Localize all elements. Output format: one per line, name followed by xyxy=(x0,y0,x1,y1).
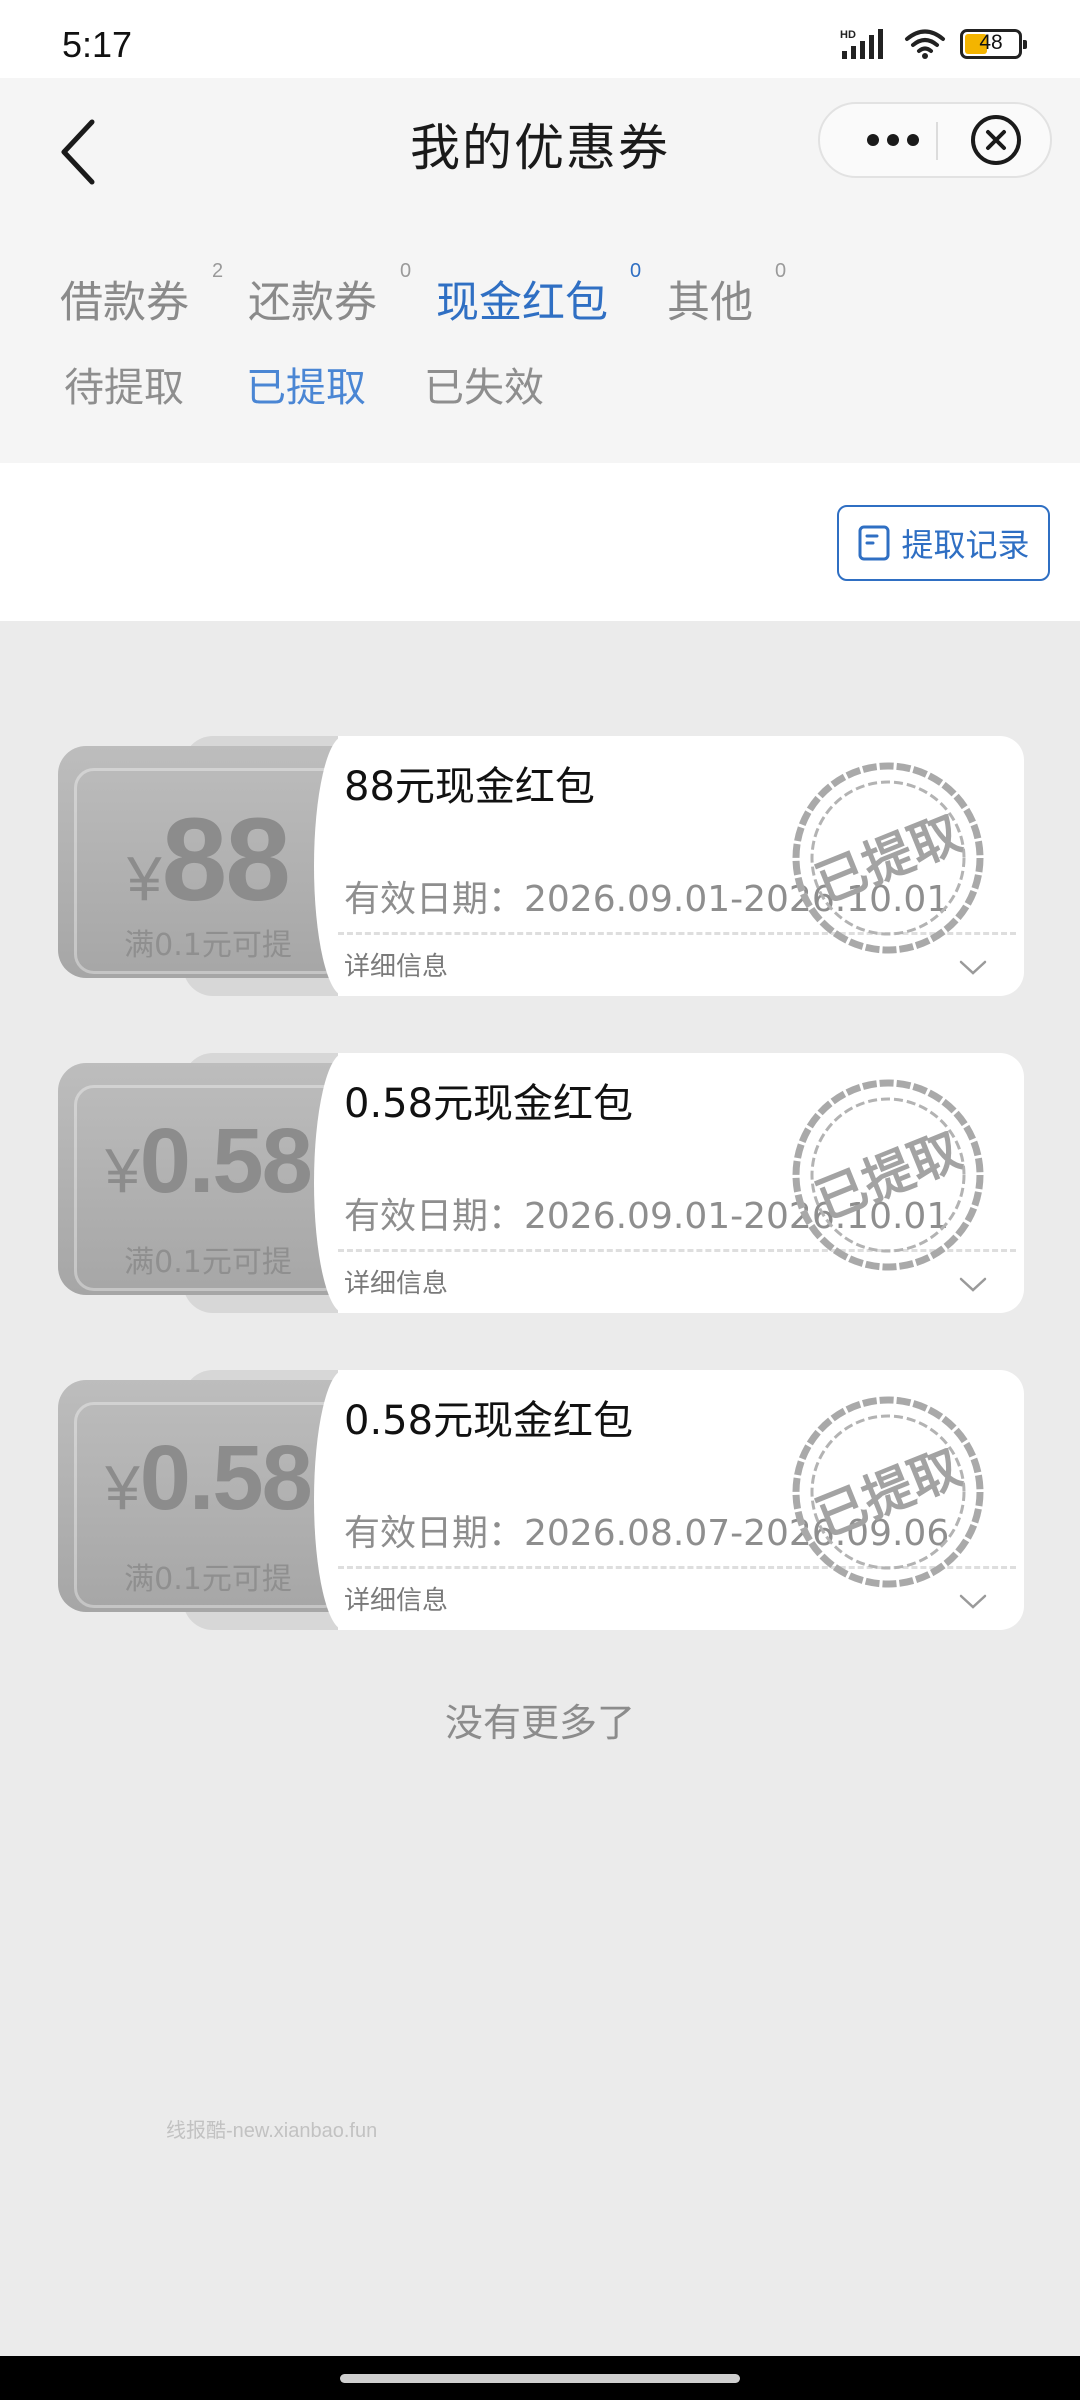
tab-loan-coupon[interactable]: 借款券 2 xyxy=(60,260,223,330)
tab-label: 还款券 xyxy=(248,278,377,328)
coupon-card[interactable]: ¥0.58 满0.1元可提 0.58元现金红包 有效日期：2026.09.01-… xyxy=(58,1053,1024,1313)
tab-count: 2 xyxy=(212,260,224,282)
coupon-detail-toggle[interactable]: 详细信息 xyxy=(344,1263,448,1300)
signal-icon: HD xyxy=(840,29,883,59)
battery-cap xyxy=(1023,40,1027,49)
document-icon xyxy=(858,525,890,561)
amount-value: 0.58 xyxy=(139,1110,313,1212)
home-indicator[interactable] xyxy=(340,2374,740,2383)
currency-symbol: ¥ xyxy=(105,1454,140,1523)
mini-program-capsule xyxy=(818,102,1052,178)
watermark: 线报酷-new.xianbao.fun xyxy=(166,2120,378,2142)
wifi-icon xyxy=(905,29,945,59)
amount-value: 0.58 xyxy=(139,1427,313,1529)
tab-count: 0 xyxy=(775,260,787,282)
tab-label: 其他 xyxy=(667,278,753,328)
coupon-condition: 满0.1元可提 xyxy=(124,928,292,963)
chevron-down-icon[interactable] xyxy=(958,1586,988,1616)
stamp-text: 已提取 xyxy=(808,1121,969,1231)
system-nav-bar xyxy=(0,2356,1080,2400)
status-bar: 5:17 HD 48 xyxy=(0,0,1080,78)
no-more-text: 没有更多了 xyxy=(444,1701,635,1745)
more-button[interactable] xyxy=(850,104,936,176)
stamp-text: 已提取 xyxy=(808,804,969,914)
withdrawn-stamp: 已提取 xyxy=(792,762,984,954)
stamp-text: 已提取 xyxy=(808,1438,969,1548)
sub-tab-withdrawn[interactable]: 已提取 xyxy=(246,355,366,413)
close-circle-icon xyxy=(971,115,1021,165)
withdrawn-stamp: 已提取 xyxy=(792,1396,984,1588)
tab-label: 借款券 xyxy=(60,278,189,328)
signal-badge: HD xyxy=(840,29,856,41)
chevron-down-icon[interactable] xyxy=(958,1269,988,1299)
tab-other[interactable]: 其他 0 xyxy=(667,260,786,330)
coupon-detail-toggle[interactable]: 详细信息 xyxy=(344,1580,448,1617)
status-time: 5:17 xyxy=(62,24,133,65)
tab-count: 0 xyxy=(400,260,412,282)
withdraw-record-button[interactable]: 提取记录 xyxy=(837,505,1050,581)
coupon-amount: ¥88 xyxy=(58,792,358,928)
coupon-card[interactable]: ¥88 满0.1元可提 88元现金红包 有效日期：2026.09.01-2026… xyxy=(58,736,1024,996)
coupon-condition: 满0.1元可提 xyxy=(124,1245,292,1280)
coupon-title: 88元现金红包 xyxy=(344,764,595,810)
record-label: 提取记录 xyxy=(901,526,1030,564)
more-dots-icon xyxy=(867,134,919,146)
tab-count: 0 xyxy=(630,260,642,282)
tab-label: 现金红包 xyxy=(436,278,608,328)
header: 我的优惠券 借款券 2 还款券 0 现金红包 0 其他 0 待提取 已提取 已失… xyxy=(0,78,1080,463)
close-button[interactable] xyxy=(960,104,1032,176)
toolbar: 提取记录 xyxy=(0,463,1080,621)
withdrawn-stamp: 已提取 xyxy=(792,1079,984,1271)
sub-tab-pending[interactable]: 待提取 xyxy=(64,355,184,413)
tab-cash-red-packet[interactable]: 现金红包 0 xyxy=(436,260,641,330)
currency-symbol: ¥ xyxy=(105,1137,140,1206)
coupon-title: 0.58元现金红包 xyxy=(344,1081,634,1127)
coupon-detail-toggle[interactable]: 详细信息 xyxy=(344,946,448,983)
currency-symbol: ¥ xyxy=(127,845,162,914)
coupon-condition: 满0.1元可提 xyxy=(124,1562,292,1597)
sub-tab-expired[interactable]: 已失效 xyxy=(424,355,544,413)
chevron-down-icon[interactable] xyxy=(958,952,988,982)
coupon-card[interactable]: ¥0.58 满0.1元可提 0.58元现金红包 有效日期：2026.08.07-… xyxy=(58,1370,1024,1630)
capsule-divider xyxy=(936,122,938,160)
tab-repay-coupon[interactable]: 还款券 0 xyxy=(248,260,411,330)
battery-level: 48 xyxy=(979,31,1003,54)
battery-icon: 48 xyxy=(960,29,1027,59)
coupon-amount: ¥0.58 xyxy=(58,1426,358,1531)
coupon-amount: ¥0.58 xyxy=(58,1109,358,1214)
status-icons: HD 48 xyxy=(840,26,1027,62)
amount-value: 88 xyxy=(161,794,291,926)
coupon-title: 0.58元现金红包 xyxy=(344,1398,634,1444)
